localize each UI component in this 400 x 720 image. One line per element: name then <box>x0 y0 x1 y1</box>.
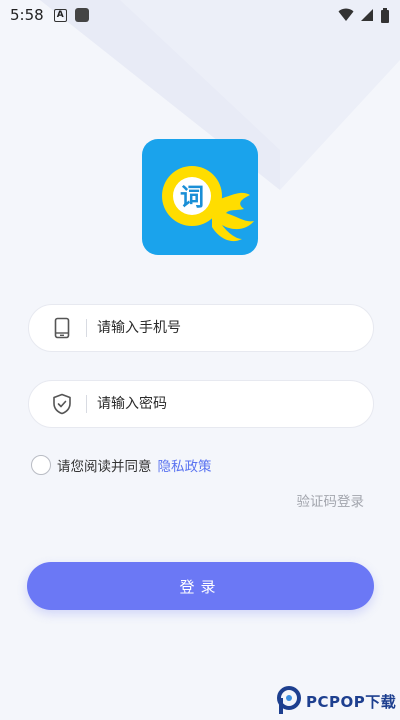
wifi-icon <box>338 8 354 21</box>
watermark-text: PCPOP下载 <box>306 692 397 711</box>
agreement-checkbox[interactable] <box>31 455 51 475</box>
notification-a-icon: A <box>53 8 67 22</box>
status-bar: 5:58 A <box>0 0 400 30</box>
phone-icon <box>50 316 74 340</box>
agreement-row: 请您阅读并同意 隐私政策 <box>31 454 212 476</box>
status-time: 5:58 <box>10 6 44 24</box>
privacy-policy-link[interactable]: 隐私政策 <box>158 455 212 475</box>
app-logo: 词 <box>142 139 258 255</box>
watermark-logo-icon <box>277 686 301 714</box>
phone-field[interactable] <box>28 304 374 352</box>
watermark: PCPOP下载 <box>276 682 400 720</box>
logo-glyph: 词 <box>180 183 204 211</box>
phone-input[interactable] <box>97 313 337 343</box>
phone-field-divider <box>86 319 87 337</box>
logo-graphic: 词 <box>162 166 254 242</box>
battery-icon <box>381 7 389 23</box>
sms-code-login-link[interactable]: 验证码登录 <box>297 490 365 510</box>
password-field[interactable] <box>28 380 374 428</box>
shield-icon <box>50 392 74 416</box>
password-field-divider <box>86 395 87 413</box>
notification-square-icon <box>74 8 89 22</box>
status-right-icons <box>338 7 390 23</box>
agreement-text: 请您阅读并同意 <box>57 459 152 475</box>
password-input[interactable] <box>97 389 337 419</box>
signal-icon <box>361 9 373 21</box>
login-button[interactable]: 登录 <box>27 562 374 610</box>
